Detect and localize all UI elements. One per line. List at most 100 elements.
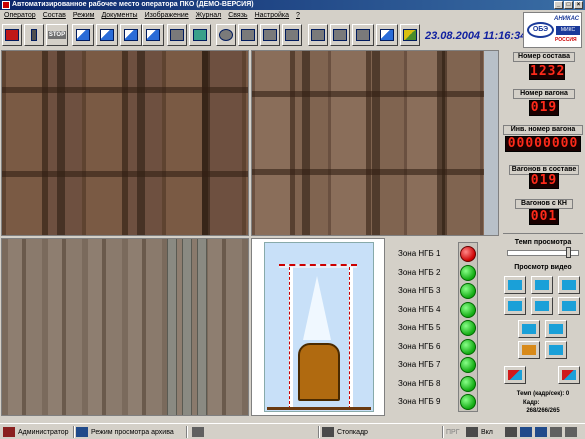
zone-status-lamp bbox=[460, 357, 476, 373]
gate-post-left bbox=[289, 267, 293, 409]
status-mode-text: Режим просмотра архива bbox=[91, 428, 174, 436]
menu-settings[interactable]: Настройка bbox=[255, 10, 289, 21]
exit-button[interactable] bbox=[400, 24, 420, 46]
camera-view-1[interactable] bbox=[1, 50, 249, 236]
network-button[interactable] bbox=[282, 24, 302, 46]
frame-icon bbox=[535, 301, 549, 311]
maximize-button[interactable]: □ bbox=[564, 1, 573, 9]
menu-help[interactable]: ? bbox=[296, 10, 300, 21]
status-separator bbox=[186, 426, 188, 438]
back-arrow-button[interactable] bbox=[518, 341, 540, 359]
train-number-label: Номер состава bbox=[513, 52, 575, 62]
step-forward-button[interactable] bbox=[558, 297, 580, 315]
menu-journal[interactable]: Журнал bbox=[196, 10, 222, 21]
monitor-button[interactable] bbox=[308, 24, 328, 46]
traffic-light-button[interactable] bbox=[24, 24, 44, 46]
zone-label: Зона НГБ 1 bbox=[398, 249, 441, 258]
stop-label: STOP bbox=[47, 31, 67, 39]
minimize-button[interactable]: _ bbox=[554, 1, 563, 9]
menu-documents[interactable]: Документы bbox=[101, 10, 137, 21]
frame-button[interactable] bbox=[531, 297, 553, 315]
vkl-icon bbox=[466, 427, 478, 437]
computer-button[interactable] bbox=[330, 24, 350, 46]
wagon-shape bbox=[298, 343, 340, 401]
display-icon bbox=[356, 29, 370, 41]
logo-sub: МИКС bbox=[556, 26, 580, 35]
gate-post-right bbox=[349, 267, 353, 409]
filter-button[interactable] bbox=[260, 24, 280, 46]
wagons-kn-label: Вагонов с КН bbox=[515, 199, 573, 209]
camera-view-1-button[interactable] bbox=[72, 24, 94, 46]
zone-status-lamp bbox=[460, 246, 476, 262]
zone-row: Зона НГБ 9 bbox=[387, 393, 500, 411]
forward-arrow-button[interactable] bbox=[545, 341, 567, 359]
play-icon bbox=[535, 280, 549, 290]
view-rate-label: Темп просмотра bbox=[514, 239, 572, 246]
record-back-button[interactable] bbox=[504, 366, 526, 384]
rewind-start-button[interactable] bbox=[504, 276, 526, 294]
tray-icon-1 bbox=[505, 427, 517, 437]
tray-icon-5 bbox=[565, 427, 577, 437]
eye-button[interactable] bbox=[376, 24, 398, 46]
fps-readout: Темп (кадр/сек): 0 bbox=[501, 391, 585, 397]
zone-label: Зона НГБ 6 bbox=[398, 342, 441, 351]
camera-view-3-button[interactable] bbox=[120, 24, 142, 46]
wagons-kn-display: 001 bbox=[529, 209, 559, 225]
slider-knob[interactable] bbox=[566, 247, 571, 258]
exit-icon bbox=[403, 29, 417, 41]
menu-connection[interactable]: Связь bbox=[228, 10, 247, 21]
zoom-icon bbox=[219, 29, 233, 41]
menu-train[interactable]: Состав bbox=[43, 10, 66, 21]
record-forward-button[interactable] bbox=[558, 366, 580, 384]
title-bar: Автоматизированное рабочее место операто… bbox=[0, 0, 585, 10]
menu-image[interactable]: Изображение bbox=[145, 10, 189, 21]
zone-label: Зона НГБ 2 bbox=[398, 268, 441, 277]
zone-status-lamp bbox=[460, 265, 476, 281]
tray-icon-2 bbox=[520, 427, 532, 437]
camera-view-3[interactable] bbox=[1, 238, 249, 416]
train-number-display: 1232 bbox=[529, 64, 566, 80]
stop-button[interactable]: STOP bbox=[46, 24, 68, 46]
play-button[interactable] bbox=[531, 276, 553, 294]
menu-operator[interactable]: Оператор bbox=[4, 10, 36, 21]
step-back-button[interactable] bbox=[504, 297, 526, 315]
pencil-icon bbox=[192, 427, 204, 437]
camera-view-4-button[interactable] bbox=[142, 24, 164, 46]
forward-button[interactable] bbox=[558, 276, 580, 294]
fps-value: 0 bbox=[565, 391, 570, 397]
view-rate-slider[interactable] bbox=[507, 247, 579, 258]
zoom-button[interactable] bbox=[216, 24, 236, 46]
grid-button[interactable] bbox=[238, 24, 258, 46]
zone-row: Зона НГБ 5 bbox=[387, 319, 500, 337]
traffic-light-icon bbox=[31, 29, 37, 41]
zone-status-lamp bbox=[460, 339, 476, 355]
train-mode-icon bbox=[76, 427, 88, 437]
zone-row: Зона НГБ 7 bbox=[387, 356, 500, 374]
company-logo: АНИКАС ОБЭ МИКС РОССИЯ bbox=[523, 12, 582, 48]
display-button[interactable] bbox=[352, 24, 374, 46]
status-user-text: Администратор bbox=[18, 428, 69, 436]
menu-mode[interactable]: Режим bbox=[73, 10, 95, 21]
gate-scheme bbox=[251, 238, 385, 416]
prev-frame-button[interactable] bbox=[518, 320, 540, 338]
step-back-icon bbox=[508, 301, 522, 311]
zone-label: Зона НГБ 3 bbox=[398, 286, 441, 295]
zone-status-lamp bbox=[460, 394, 476, 410]
close-button[interactable]: × bbox=[574, 1, 583, 9]
status-separator bbox=[318, 426, 320, 438]
print-button[interactable] bbox=[167, 24, 187, 46]
logo-company: АНИКАС bbox=[554, 16, 580, 22]
camera-view-2-button[interactable] bbox=[96, 24, 118, 46]
menu-bar: Оператор Состав Режим Документы Изображе… bbox=[0, 10, 470, 21]
frame-label: Кадр: bbox=[523, 400, 540, 406]
zone-label: Зона НГБ 5 bbox=[398, 323, 441, 332]
train-button[interactable] bbox=[2, 24, 22, 46]
inv-number-label: Инв. номер вагона bbox=[503, 125, 583, 135]
status-prg: ПРГ bbox=[446, 426, 460, 438]
next-frame-button[interactable] bbox=[545, 320, 567, 338]
inv-number-display: 00000000 bbox=[505, 136, 581, 152]
status-mode: Режим просмотра архива bbox=[76, 426, 174, 438]
camera-view-2[interactable] bbox=[251, 50, 499, 236]
capture-button[interactable] bbox=[189, 24, 211, 46]
app-icon bbox=[2, 1, 10, 9]
